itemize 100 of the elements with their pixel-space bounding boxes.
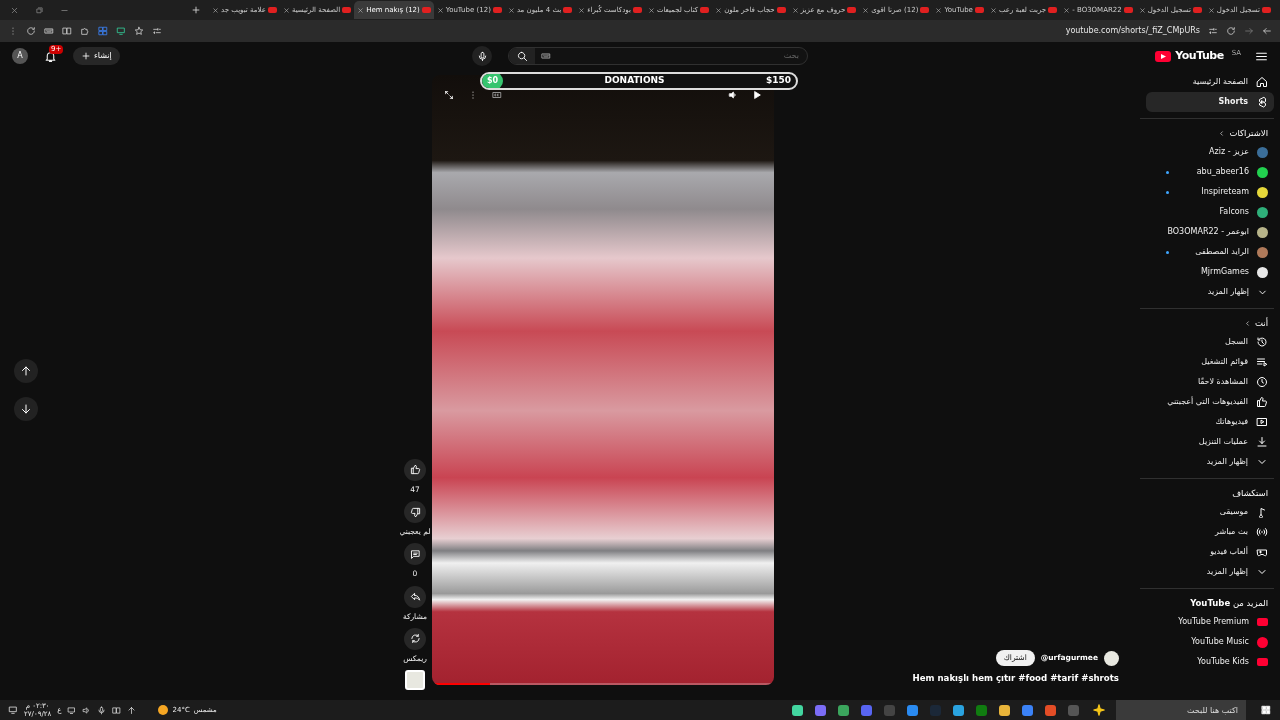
volume-icon[interactable] <box>728 90 738 100</box>
subscription-item[interactable]: abu_abeer16 <box>1146 162 1274 182</box>
app-logo-icon <box>1257 636 1268 648</box>
dislike-button[interactable] <box>404 501 426 523</box>
close-icon[interactable] <box>1207 6 1215 14</box>
app-icon[interactable] <box>1022 704 1033 716</box>
close-icon[interactable] <box>357 6 365 14</box>
sidebar-item[interactable]: إظهار المزيد <box>1146 452 1274 472</box>
subscription-item[interactable]: الرايد المصطفى <box>1146 242 1274 262</box>
account-avatar[interactable]: A <box>12 48 28 64</box>
like-button[interactable] <box>404 458 426 481</box>
sidebar-item[interactable]: عمليات التنزيل <box>1146 432 1274 452</box>
close-icon[interactable] <box>989 6 997 14</box>
close-icon[interactable] <box>507 6 515 14</box>
app-icon[interactable] <box>792 704 803 716</box>
sidebar-item[interactable]: الفيديوهات التي أعجبتني <box>1146 392 1274 412</box>
app-icon[interactable] <box>953 704 964 716</box>
close-icon[interactable] <box>791 6 799 14</box>
extensions-icon[interactable] <box>80 26 90 36</box>
sidebar-item[interactable]: YouTube Premium <box>1146 612 1274 632</box>
download-icon <box>1256 436 1268 448</box>
subscription-item[interactable]: Falcons <box>1146 202 1274 222</box>
sidebar-item[interactable]: ألعاب فيديو <box>1146 542 1274 562</box>
address-bar[interactable]: youtube.com/shorts/_fiZ_CMpURs <box>1065 25 1200 37</box>
playlist-icon <box>1256 356 1268 368</box>
sidebar-item[interactable]: Shorts <box>1146 92 1274 112</box>
donations-title: DONATIONS <box>603 74 666 88</box>
history-icon <box>1256 336 1268 348</box>
display-icon[interactable] <box>67 705 77 715</box>
raised-amount: $0 <box>482 74 504 88</box>
section-heading[interactable]: الاشتراكات <box>1140 125 1274 142</box>
app-icon[interactable] <box>999 704 1010 716</box>
channel-thumbnail[interactable] <box>405 670 425 690</box>
music-icon <box>1256 506 1268 518</box>
section-heading[interactable]: أنت <box>1140 315 1274 332</box>
volume-icon[interactable] <box>82 705 92 715</box>
close-icon[interactable] <box>212 6 220 14</box>
previous-short-button[interactable] <box>14 359 38 383</box>
next-short-button[interactable] <box>14 397 38 421</box>
show-more-item[interactable]: إظهار المزيد <box>1146 282 1274 302</box>
short-title: Hem nakışlı hem çıtır #food #tarif #shrots <box>912 672 1119 685</box>
home-icon <box>1256 76 1268 88</box>
search-field[interactable]: بحث <box>551 50 807 62</box>
comments-button[interactable] <box>404 543 426 566</box>
app-icon[interactable] <box>907 704 918 716</box>
site-settings-icon[interactable] <box>1208 26 1218 36</box>
mic-icon[interactable] <box>97 705 107 715</box>
reader-icon[interactable] <box>62 26 72 36</box>
sidebar-item[interactable]: إظهار المزيد <box>1146 562 1274 582</box>
close-icon[interactable] <box>10 5 19 15</box>
captions-icon[interactable] <box>492 90 502 100</box>
sidebar-item[interactable]: بث مباشر <box>1146 522 1274 542</box>
close-icon[interactable] <box>715 6 723 14</box>
create-button[interactable]: إنشاء <box>73 47 120 65</box>
subscription-item[interactable]: ابوعمر - BO3OMAR22 <box>1146 222 1274 242</box>
search-button[interactable] <box>509 48 535 64</box>
sidebar-item[interactable]: موسيقى <box>1146 502 1274 522</box>
sidebar-item[interactable]: فيديوهاتك <box>1146 412 1274 432</box>
sidebar-item[interactable]: قوائم التشغيل <box>1146 352 1274 372</box>
star-icon[interactable] <box>134 26 144 36</box>
reload-icon[interactable] <box>1226 26 1236 36</box>
sparkle-icon[interactable] <box>1092 703 1106 717</box>
subscription-item[interactable]: عزيز - Aziz <box>1146 142 1274 162</box>
channel-avatar[interactable] <box>1104 650 1119 666</box>
sidebar-item[interactable]: السجل <box>1146 332 1274 352</box>
close-icon[interactable] <box>1063 6 1071 14</box>
clock-icon <box>1256 376 1268 388</box>
app-icon[interactable] <box>1045 704 1056 716</box>
voice-search-button[interactable] <box>472 46 492 66</box>
search-bar[interactable]: بحث <box>508 47 808 65</box>
translate-icon[interactable] <box>98 26 108 36</box>
keyboard-icon[interactable] <box>541 51 551 61</box>
chevron-icon <box>1243 320 1251 327</box>
play-logo-icon <box>1155 50 1172 62</box>
sidebar-item[interactable]: YouTube Music <box>1146 632 1274 652</box>
close-icon[interactable] <box>436 6 444 14</box>
sidebar-item[interactable]: YouTube Kids <box>1146 652 1274 672</box>
sidebar-item[interactable]: الصفحة الرئيسية <box>1146 72 1274 92</box>
close-icon[interactable] <box>862 6 870 14</box>
remix-button[interactable] <box>404 627 426 650</box>
close-icon[interactable] <box>935 6 943 14</box>
close-icon[interactable] <box>1138 6 1146 14</box>
app-icon[interactable] <box>815 704 826 716</box>
back-icon[interactable] <box>1262 26 1272 36</box>
tray-expand-icon[interactable] <box>127 705 137 715</box>
close-icon[interactable] <box>647 6 655 14</box>
expand-icon[interactable] <box>444 90 454 100</box>
close-icon[interactable] <box>578 6 586 14</box>
playbox-icon <box>1256 416 1268 428</box>
subscription-item[interactable]: Inspireteam <box>1146 182 1274 202</box>
taskbar-search-field[interactable]: اكتب هنا للبحث <box>1116 700 1246 720</box>
youtube-logo[interactable]: YouTube <box>1155 47 1224 65</box>
new-tab-icon[interactable] <box>191 5 202 15</box>
close-icon[interactable] <box>282 6 290 14</box>
app-icon[interactable] <box>838 704 849 716</box>
subscription-item[interactable]: MjrmGames <box>1146 262 1274 282</box>
thumbs-up-icon <box>409 464 421 476</box>
share-button[interactable] <box>404 585 426 608</box>
restore-icon[interactable] <box>35 5 44 15</box>
sidebar-item[interactable]: المشاهدة لاحقًا <box>1146 372 1274 392</box>
